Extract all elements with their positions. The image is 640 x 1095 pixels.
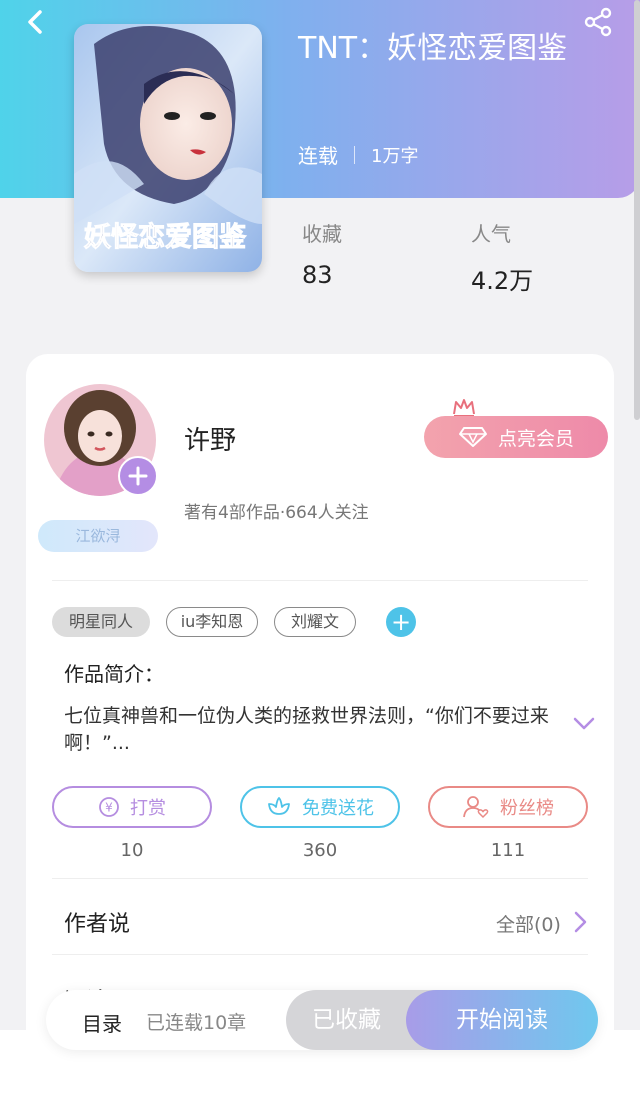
book-meta: 连载 1万字 [298,140,418,169]
popularity-label: 人气 [471,222,511,246]
tip-button[interactable]: ¥ 打赏 [52,786,212,828]
divider [52,878,588,879]
crown-icon [453,399,475,417]
intro-title: 作品简介： [64,662,164,686]
favorites-value: 83 [302,261,333,289]
send-flower-label: 免费送花 [302,798,374,819]
flower-count: 360 [302,840,338,861]
word-count: 1万字 [371,145,419,167]
add-tag-plus-icon[interactable]: + [386,607,416,637]
flower-icon [268,797,290,815]
popularity-value: 4.2万 [471,267,534,295]
fans-rank-button[interactable]: 粉丝榜 [428,786,588,828]
cover-title-lettering: 妖怪恋爱图鉴 [84,221,247,253]
chevron-down-icon[interactable] [572,716,596,732]
tip-label: 打赏 [130,798,166,819]
author-info: 著有4部作品·664人关注 [184,503,369,523]
fan-badge: 江欲浔 [38,520,158,552]
meta-divider [354,145,355,164]
coin-icon: ¥ [99,797,119,817]
book-cover[interactable]: 妖怪恋爱图鉴 [74,24,262,272]
send-flower-button[interactable]: 免费送花 [240,786,400,828]
toc-button[interactable]: 目录 [82,1008,122,1037]
fans-rank-label: 粉丝榜 [500,798,554,819]
chevron-right-icon[interactable] [572,910,588,934]
popularity-stat: 人气 4.2万 [471,218,533,296]
svg-text:¥: ¥ [105,801,113,815]
divider [52,580,588,581]
author-say-all-link[interactable]: 全部(0) [496,910,561,937]
tag-item[interactable]: 明星同人 [52,607,150,637]
tag-item[interactable]: 刘耀文 [274,607,356,637]
diamond-icon [458,427,487,447]
user-heart-icon [463,796,489,819]
intro-text: 七位真神兽和一位伪人类的拯救世界法则，“你们不要过来啊！”... [64,705,549,754]
vip-button-label: 点亮会员 [497,427,574,450]
author-say-title: 作者说 [64,912,131,937]
scrollbar[interactable] [634,0,640,420]
tip-count: 10 [120,840,144,861]
fans-count: 111 [490,840,526,861]
follow-plus-icon[interactable] [118,456,158,496]
book-title: TNT：妖怪恋爱图鉴 [298,31,568,66]
vip-button[interactable]: 点亮会员 [424,416,608,458]
divider [52,954,588,955]
favorites-stat: 收藏 83 [302,218,342,289]
author-name[interactable]: 许野 [184,420,236,457]
favorites-label: 收藏 [302,222,342,246]
tag-item[interactable]: iu李知恩 [166,607,258,637]
toc-status: 已连载10章 [146,1012,247,1034]
serial-status: 连载 [298,144,338,168]
start-reading-button[interactable]: 开始阅读 [406,990,598,1050]
back-arrow-icon[interactable] [22,8,50,36]
